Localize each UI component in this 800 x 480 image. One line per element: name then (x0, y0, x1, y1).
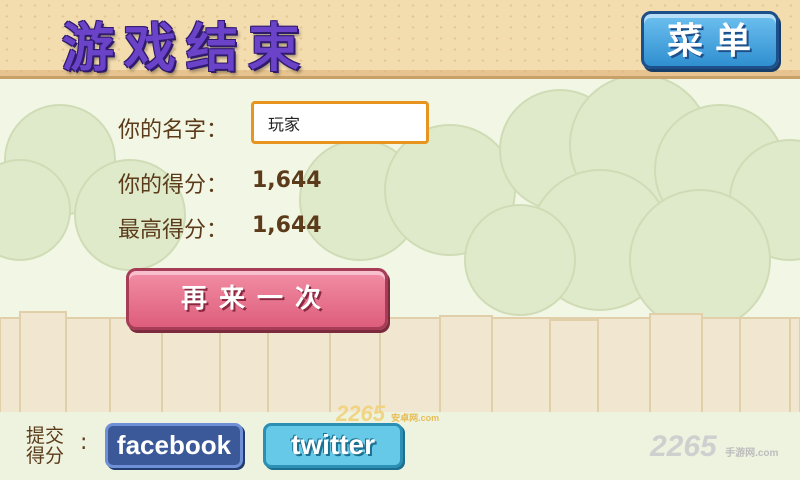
twitter-button[interactable]: twitter (263, 423, 403, 468)
score-value: 1,644 (252, 168, 322, 193)
menu-button[interactable]: 菜单 (641, 11, 779, 69)
best-score-value: 1,644 (252, 213, 322, 238)
watermark-right-text: 2265 (650, 430, 717, 463)
facebook-button[interactable]: facebook (105, 423, 243, 468)
watermark-center: 2265 安卓网.com (336, 401, 439, 427)
submit-colon: : (80, 430, 88, 455)
name-label: 你的名字： (118, 118, 229, 143)
player-name-input[interactable] (251, 101, 429, 144)
watermark-center-sub: 安卓网.com (391, 413, 440, 423)
score-label: 你的得分： (118, 173, 229, 198)
watermark-right: 2265 手游网.com (650, 430, 778, 464)
submit-label-line1: 提交 (26, 425, 65, 447)
best-score-label: 最高得分： (118, 218, 229, 243)
submit-label-line2: 得分 (26, 445, 65, 467)
submit-score-label: 提交 得分 (26, 426, 78, 466)
watermark-center-text: 2265 (336, 401, 385, 426)
play-again-button[interactable]: 再来一次 (126, 268, 388, 330)
game-over-title: 游戏结束 (62, 19, 311, 79)
watermark-right-sub: 手游网.com (725, 448, 779, 459)
